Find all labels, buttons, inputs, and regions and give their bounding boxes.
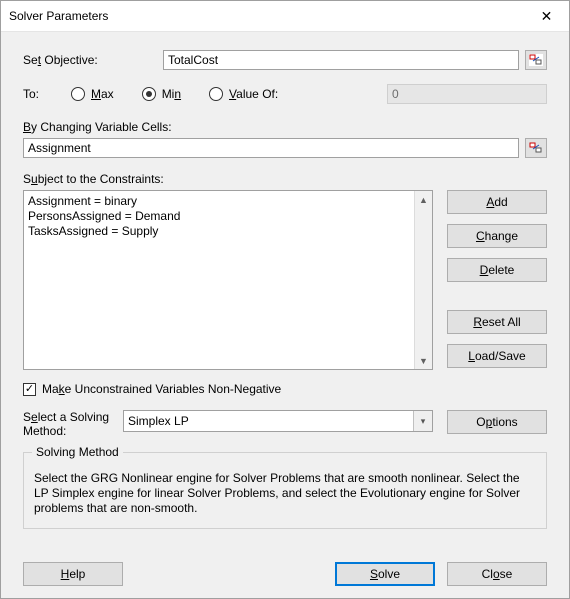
radio-max[interactable]: Max [71,87,114,101]
label-constraints: Subject to the Constraints: [23,172,547,186]
chevron-down-icon: ▾ [413,411,432,431]
constraints-listbox[interactable]: Assignment = binary PersonsAssigned = De… [23,190,433,370]
solving-method-dropdown[interactable]: Simplex LP ▾ [123,410,433,432]
objective-input[interactable] [163,50,519,70]
reset-all-button[interactable]: Reset All [447,310,547,334]
groupbox-legend: Solving Method [32,445,123,459]
label-to: To: [23,87,71,101]
changing-cells-input[interactable] [23,138,519,158]
scroll-up-icon[interactable]: ▲ [415,191,432,208]
constraints-side-buttons: Add Change Delete Reset All Load/Save [447,190,547,370]
solve-button[interactable]: Solve [335,562,435,586]
range-picker-icon [529,54,543,66]
nonnegative-label: Make Unconstrained Variables Non-Negativ… [42,382,281,396]
radio-valueof[interactable]: Value Of: [209,87,278,101]
titlebar: Solver Parameters ✕ [1,1,569,32]
row-solving-method: Select a Solving Method: Simplex LP ▾ Op… [23,410,547,438]
solving-method-value: Simplex LP [128,414,189,428]
row-to: To: Max Min Value Of: [23,84,547,104]
label-solving-method: Select a Solving Method: [23,410,123,438]
constraint-line[interactable]: PersonsAssigned = Demand [28,209,428,224]
close-icon: ✕ [541,8,553,25]
changing-cells-range-picker-button[interactable] [525,138,547,158]
dialog-window: Solver Parameters ✕ Set Objective: [0,0,570,599]
options-button[interactable]: Options [447,410,547,434]
help-button[interactable]: Help [23,562,123,586]
window-title: Solver Parameters [9,9,524,23]
objective-range-picker-button[interactable] [525,50,547,70]
radio-max-indicator [71,87,85,101]
close-button[interactable]: Close [447,562,547,586]
dialog-body: Set Objective: To: Max [1,32,569,598]
add-button[interactable]: Add [447,190,547,214]
row-constraints: Assignment = binary PersonsAssigned = De… [23,190,547,370]
close-window-button[interactable]: ✕ [524,2,569,31]
row-nonnegative-check[interactable]: ✓ Make Unconstrained Variables Non-Negat… [23,382,547,396]
row-changing-cells [23,138,547,158]
constraint-line[interactable]: Assignment = binary [28,194,428,209]
label-changing-cells: By Changing Variable Cells: [23,120,547,134]
constraints-scrollbar[interactable]: ▲ ▼ [414,191,432,369]
nonnegative-checkbox[interactable]: ✓ [23,383,36,396]
delete-button[interactable]: Delete [447,258,547,282]
dialog-footer: Help Solve Close [23,544,547,586]
load-save-button[interactable]: Load/Save [447,344,547,368]
change-button[interactable]: Change [447,224,547,248]
solving-method-groupbox: Solving Method Select the GRG Nonlinear … [23,452,547,529]
checkmark-icon: ✓ [25,384,34,395]
groupbox-text: Select the GRG Nonlinear engine for Solv… [34,471,536,516]
radio-min-indicator [142,87,156,101]
label-set-objective: Set Objective: [23,53,163,67]
row-set-objective: Set Objective: [23,50,547,70]
range-picker-icon [529,142,543,154]
radio-min[interactable]: Min [142,87,181,101]
valueof-input [387,84,547,104]
scroll-down-icon[interactable]: ▼ [415,352,432,369]
constraint-line[interactable]: TasksAssigned = Supply [28,224,428,239]
radio-valueof-indicator [209,87,223,101]
